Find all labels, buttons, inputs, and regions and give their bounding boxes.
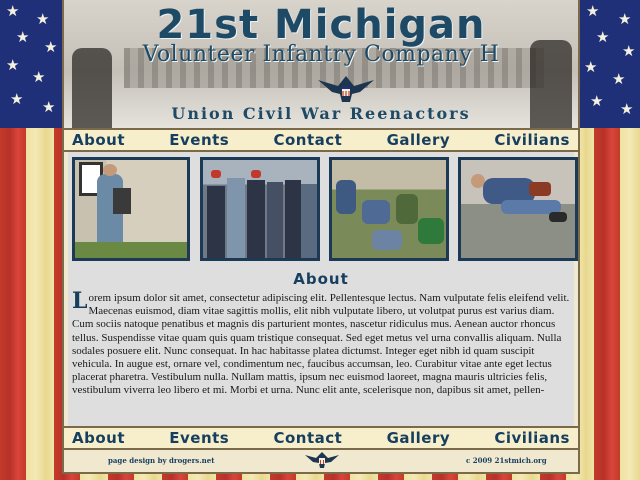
footer-nav-link-about[interactable]: About <box>72 429 125 447</box>
design-credit-link[interactable]: page design by drogers.net <box>108 456 214 465</box>
site-footer: page design by drogers.net c 2009 21stmi… <box>64 450 578 472</box>
photo-gallery <box>72 157 578 261</box>
about-heading: About <box>293 270 349 288</box>
nav-link-gallery[interactable]: Gallery <box>387 131 451 149</box>
about-paragraph: Lorem ipsum dolor sit amet, consectetur … <box>72 288 570 398</box>
site-tagline: Union Civil War Reenactors <box>171 104 471 123</box>
nav-link-about[interactable]: About <box>72 131 125 149</box>
site-subtitle: Volunteer Infantry Company H <box>142 42 500 67</box>
company-lineup-photo[interactable] <box>200 157 320 261</box>
dropcap-letter: L <box>72 288 88 314</box>
about-body-text: orem ipsum dolor sit amet, consectetur a… <box>72 292 570 397</box>
eagle-emblem-icon <box>318 76 374 102</box>
footer-nav-link-civilians[interactable]: Civilians <box>494 429 570 447</box>
reenactment-casualty-photo[interactable] <box>458 157 578 261</box>
content-area: About Lorem ipsum dolor sit amet, consec… <box>68 152 578 426</box>
soldier-portrait-photo[interactable] <box>72 157 190 261</box>
nav-link-civilians[interactable]: Civilians <box>494 131 570 149</box>
main-panel: About Events Contact Gallery Civilians A… <box>62 128 580 474</box>
flag-canton-left: ★ ★ ★ ★ ★ ★ ★ ★ <box>0 0 62 128</box>
footer-eagle-icon <box>305 452 339 468</box>
top-nav: About Events Contact Gallery Civilians <box>64 128 578 152</box>
footer-nav-link-events[interactable]: Events <box>169 429 229 447</box>
site-header: 21st Michigan Volunteer Infantry Company… <box>62 0 580 128</box>
footer-nav-link-gallery[interactable]: Gallery <box>387 429 451 447</box>
footer-nav-link-contact[interactable]: Contact <box>273 429 342 447</box>
nav-link-events[interactable]: Events <box>169 131 229 149</box>
flag-canton-right: ★ ★ ★ ★ ★ ★ ★ ★ <box>578 0 640 128</box>
camp-rest-photo[interactable] <box>329 157 449 261</box>
copyright-text: c 2009 21stmich.org <box>466 456 547 465</box>
nav-link-contact[interactable]: Contact <box>273 131 342 149</box>
bottom-nav: About Events Contact Gallery Civilians <box>64 426 578 450</box>
